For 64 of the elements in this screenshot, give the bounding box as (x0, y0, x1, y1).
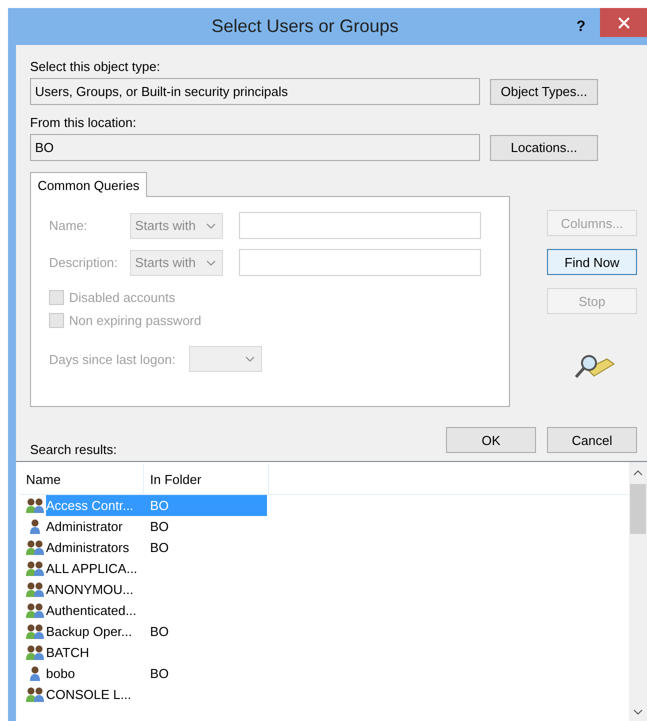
name-cell-text: Administrator (46, 519, 124, 534)
object-types-button[interactable]: Object Types... (490, 78, 598, 104)
name-cell-text: ANONYMOU... (46, 582, 134, 597)
close-button[interactable] (600, 8, 647, 37)
result-row[interactable]: Authenticated... (46, 600, 267, 621)
result-row[interactable]: BATCH (46, 642, 267, 663)
result-row[interactable]: bobo BO (46, 663, 267, 684)
folder-cell-text: BO (150, 498, 170, 513)
result-row[interactable]: Administrator BO (46, 516, 267, 537)
query-input[interactable] (239, 212, 481, 239)
object-type-field: Users, Groups, or Built-in security principals (30, 78, 480, 105)
name-cell-text: ALL APPLICA... (46, 561, 138, 576)
chevron-icon (206, 222, 216, 228)
scroll-up-icon[interactable] (633, 470, 643, 476)
query-label: Description: (49, 255, 119, 270)
dialog-button[interactable]: Cancel (547, 427, 637, 453)
group-icon (26, 686, 46, 703)
group-icon (26, 644, 46, 661)
folder-cell-text: BO (150, 624, 170, 639)
query-tab[interactable]: Common Queries (30, 172, 147, 197)
result-row[interactable]: CONSOLE L... (46, 684, 267, 705)
locations-button[interactable]: Locations... (490, 134, 598, 160)
group-icon (26, 602, 46, 619)
checkbox-label: Non expiring password (69, 313, 202, 328)
days-label: Days since last logon: (49, 352, 176, 366)
query-input[interactable] (239, 249, 481, 276)
name-cell-text: Access Contr... (46, 498, 134, 513)
name-cell-text: Administrators (46, 540, 130, 555)
name-cell-text: BATCH (46, 645, 90, 660)
dialog-button[interactable]: OK (446, 427, 536, 453)
result-row[interactable]: ALL APPLICA... (46, 558, 267, 579)
result-row[interactable]: ANONYMOU... (46, 579, 267, 600)
column-header[interactable]: In Folder (144, 464, 269, 494)
folder-cell-text: BO (150, 666, 170, 681)
close-icon (618, 16, 630, 28)
scrollbar[interactable] (629, 462, 647, 721)
checkbox-label: Disabled accounts (69, 290, 176, 305)
chevron-icon (206, 260, 216, 266)
scroll-thumb[interactable] (630, 484, 646, 534)
group-icon (26, 539, 46, 556)
group-icon (26, 623, 46, 640)
scroll-down-icon[interactable] (633, 709, 643, 715)
name-cell-text: Authenticated... (46, 603, 138, 618)
location-field: BO (30, 134, 480, 161)
folder-cell-text: BO (150, 540, 170, 555)
query-button[interactable]: Find Now (547, 249, 637, 275)
group-icon (26, 560, 46, 577)
column-header[interactable]: Name (20, 464, 144, 494)
folder-cell-text: BO (150, 519, 170, 534)
days-dropdown[interactable] (189, 346, 262, 372)
field-label: Select this object type: (30, 59, 162, 74)
field-label: From this location: (30, 115, 138, 130)
group-icon (26, 581, 46, 598)
name-cell-text: Backup Oper... (46, 624, 133, 639)
results-label: Search results: (30, 442, 117, 457)
chevron-icon (245, 356, 256, 362)
result-row[interactable]: Backup Oper... BO (46, 621, 267, 642)
help-button[interactable]: ? (562, 18, 600, 35)
result-row[interactable]: Administrators BO (46, 537, 267, 558)
query-label: Name: (49, 218, 88, 233)
name-cell-text: bobo (46, 666, 76, 681)
name-cell-text: CONSOLE L... (46, 687, 132, 702)
group-icon (26, 497, 46, 514)
window-title: Select Users or Groups (210, 16, 400, 37)
